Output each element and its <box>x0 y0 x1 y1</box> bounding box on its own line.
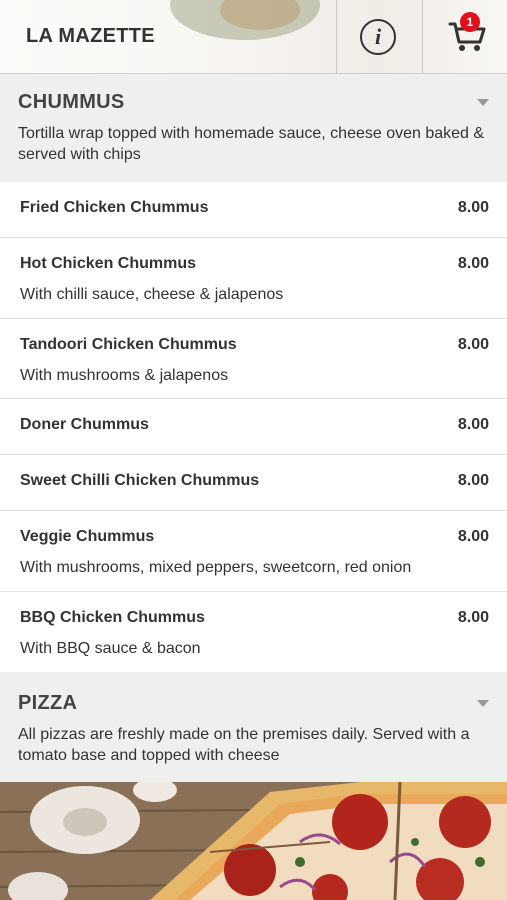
header-divider <box>422 0 423 73</box>
item-price: 8.00 <box>457 416 489 433</box>
menu-item[interactable]: Tandoori Chicken Chummus 8.00 With mushr… <box>0 319 507 399</box>
item-name: Sweet Chilli Chicken Chummus <box>20 472 260 489</box>
restaurant-name: LA MAZETTE <box>26 25 155 47</box>
item-description: With BBQ sauce & bacon <box>20 640 201 657</box>
item-price: 8.00 <box>457 472 489 489</box>
section-header-chummus[interactable]: CHUMMUS Tortilla wrap topped with homema… <box>0 75 507 182</box>
cart-count-badge: 1 <box>460 12 480 32</box>
item-price: 8.00 <box>457 609 489 626</box>
chevron-down-icon[interactable] <box>477 99 489 106</box>
item-price: 8.00 <box>457 255 489 272</box>
item-name: BBQ Chicken Chummus <box>20 609 205 626</box>
item-name: Fried Chicken Chummus <box>20 199 209 216</box>
item-name: Hot Chicken Chummus <box>20 255 197 272</box>
section-title: PIZZA <box>18 692 78 714</box>
header-divider <box>336 0 337 73</box>
menu-item[interactable]: Sweet Chilli Chicken Chummus 8.00 <box>0 455 507 511</box>
section-title: CHUMMUS <box>18 91 125 113</box>
info-button[interactable]: i <box>360 19 396 55</box>
pizza-photo <box>0 782 507 900</box>
item-name: Veggie Chummus <box>20 528 155 545</box>
item-name: Tandoori Chicken Chummus <box>20 336 237 353</box>
menu-item[interactable]: Veggie Chummus 8.00 With mushrooms, mixe… <box>0 511 507 592</box>
info-icon: i <box>374 24 382 49</box>
item-description: With mushrooms, mixed peppers, sweetcorn… <box>20 559 412 576</box>
menu-item[interactable]: BBQ Chicken Chummus 8.00 With BBQ sauce … <box>0 592 507 672</box>
app-header: LA MAZETTE i 1 <box>0 0 507 74</box>
menu-item[interactable]: Fried Chicken Chummus 8.00 <box>0 182 507 238</box>
section-description: All pizzas are freshly made on the premi… <box>18 726 470 764</box>
item-description: With mushrooms & jalapenos <box>20 367 229 384</box>
menu-item[interactable]: Hot Chicken Chummus 8.00 With chilli sau… <box>0 238 507 319</box>
item-price: 8.00 <box>457 528 489 545</box>
section-header-pizza[interactable]: PIZZA All pizzas are freshly made on the… <box>0 672 507 782</box>
chevron-down-icon[interactable] <box>477 700 489 707</box>
item-description: With chilli sauce, cheese & jalapenos <box>20 286 284 303</box>
menu-item[interactable]: Doner Chummus 8.00 <box>0 399 507 455</box>
item-name: Doner Chummus <box>20 416 149 433</box>
item-price: 8.00 <box>457 199 489 216</box>
pizza-section-image <box>0 782 507 900</box>
section-description: Tortilla wrap topped with homemade sauce… <box>18 125 485 163</box>
item-price: 8.00 <box>457 336 489 353</box>
